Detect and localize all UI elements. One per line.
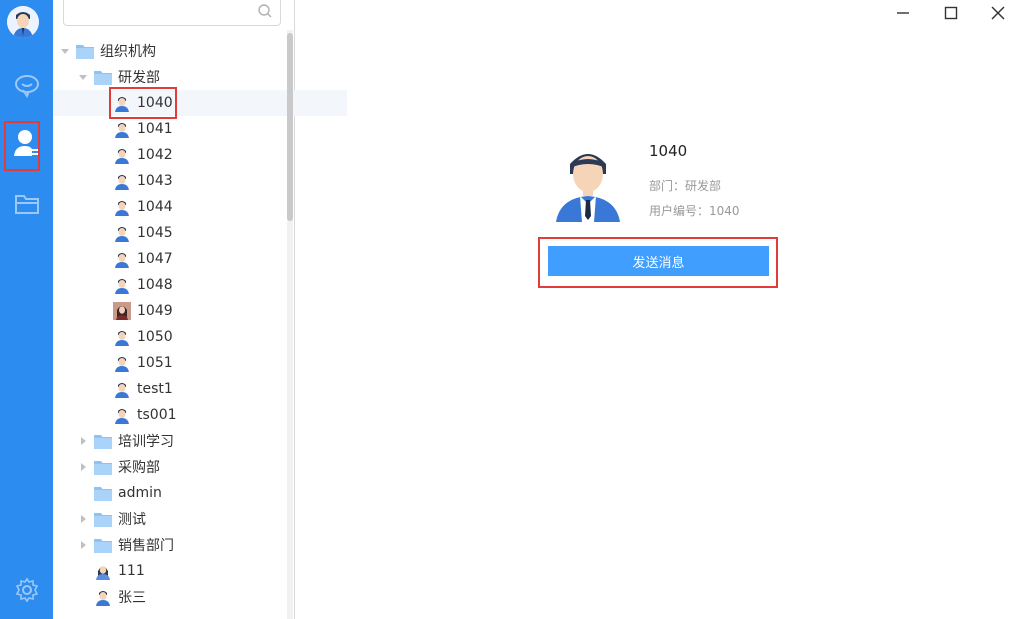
tree-item-label: 销售部门 xyxy=(118,538,174,554)
user-avatar-icon xyxy=(113,406,131,424)
folder-icon xyxy=(94,485,112,501)
chat-button[interactable] xyxy=(0,68,53,108)
tree-item-label: 1051 xyxy=(137,355,173,371)
settings-icon xyxy=(14,577,40,607)
user-avatar-icon xyxy=(113,302,131,320)
folder-icon xyxy=(76,43,94,59)
tree-item-label: 1048 xyxy=(137,277,173,293)
maximize-icon xyxy=(944,6,958,20)
minimize-button[interactable] xyxy=(883,0,923,26)
tree-item-label: 1043 xyxy=(137,173,173,189)
user-avatar-icon xyxy=(113,250,131,268)
folder-icon xyxy=(94,537,112,553)
user-avatar-icon xyxy=(94,562,112,580)
caret-right-icon[interactable] xyxy=(78,462,88,472)
tree-item-label: 1042 xyxy=(137,147,173,163)
folder-icon xyxy=(94,433,112,449)
tree-item-label: ts001 xyxy=(137,407,177,423)
user-avatar-icon[interactable] xyxy=(7,6,39,38)
user-avatar-icon xyxy=(94,588,112,606)
profile-user-id: 用户编号：1040 xyxy=(649,204,740,218)
user-avatar-icon xyxy=(113,328,131,346)
tree-node-dept-3[interactable]: 测试 xyxy=(78,506,146,532)
tree-item-label: 1044 xyxy=(137,199,173,215)
tree-item-label: 1041 xyxy=(137,121,173,137)
tree-item-label: 张三 xyxy=(118,590,146,606)
profile-name: 1040 xyxy=(649,142,688,160)
tree-node-dept-0[interactable]: 培训学习 xyxy=(78,428,174,454)
selected-user-highlight-box xyxy=(109,87,177,119)
tree-user-test1[interactable]: test1 xyxy=(113,376,173,402)
tree-item-label: test1 xyxy=(137,381,173,397)
user-avatar-icon xyxy=(113,146,131,164)
tree-node-dept-2[interactable]: admin xyxy=(78,480,162,506)
user-avatar-icon xyxy=(113,120,131,138)
user-avatar-icon xyxy=(113,172,131,190)
tree-node-dept-4[interactable]: 销售部门 xyxy=(78,532,174,558)
contacts-highlight-box xyxy=(4,121,40,171)
folder-icon xyxy=(94,69,112,85)
tree-item-label: 采购部 xyxy=(118,460,160,476)
search-icon xyxy=(258,4,272,18)
tree-item-label: 研发部 xyxy=(118,70,160,86)
user-avatar-icon xyxy=(113,198,131,216)
settings-button[interactable] xyxy=(0,572,53,612)
tree-item-label: 1045 xyxy=(137,225,173,241)
tree-user-1047[interactable]: 1047 xyxy=(113,246,173,272)
tree-user-1051[interactable]: 1051 xyxy=(113,350,173,376)
caret-right-icon[interactable] xyxy=(78,436,88,446)
user-avatar-icon xyxy=(113,354,131,372)
tree-item-label: admin xyxy=(118,485,162,501)
tree-user-ts001[interactable]: ts001 xyxy=(113,402,177,428)
user-avatar-icon xyxy=(113,276,131,294)
tree-item-label: 组织机构 xyxy=(100,44,156,60)
send-button-highlight-box xyxy=(538,237,778,288)
chat-bubble-icon xyxy=(14,73,40,103)
tree-scrollbar-thumb[interactable] xyxy=(287,33,293,221)
tree-item-label: 1047 xyxy=(137,251,173,267)
tree-user-1043[interactable]: 1043 xyxy=(113,168,173,194)
user-avatar-icon xyxy=(113,224,131,242)
tree-user-1045[interactable]: 1045 xyxy=(113,220,173,246)
tree-user-root-1[interactable]: 张三 xyxy=(94,584,146,610)
folder-icon xyxy=(94,511,112,527)
tree-item-label: 1050 xyxy=(137,329,173,345)
tree-node-dept-1[interactable]: 采购部 xyxy=(78,454,160,480)
folder-icon xyxy=(14,192,40,220)
search-input[interactable] xyxy=(63,0,281,26)
tree-user-1048[interactable]: 1048 xyxy=(113,272,173,298)
tree-item-label: 1049 xyxy=(137,303,173,319)
tree-item-label: 培训学习 xyxy=(118,434,174,450)
files-button[interactable] xyxy=(0,186,53,226)
close-icon xyxy=(991,6,1005,20)
profile-department: 部门：研发部 xyxy=(649,179,722,193)
tree-user-1041[interactable]: 1041 xyxy=(113,116,173,142)
tree-item-label: 111 xyxy=(118,563,145,579)
maximize-button[interactable] xyxy=(931,0,971,26)
caret-down-icon[interactable] xyxy=(60,46,70,56)
user-avatar-icon xyxy=(113,380,131,398)
minimize-icon xyxy=(897,12,909,14)
tree-node-root[interactable]: 组织机构 xyxy=(60,38,156,64)
folder-icon xyxy=(94,459,112,475)
profile-avatar-icon xyxy=(548,142,628,222)
caret-right-icon[interactable] xyxy=(78,514,88,524)
left-sidebar xyxy=(0,0,53,619)
tree-item-label: 测试 xyxy=(118,512,146,528)
caret-right-icon[interactable] xyxy=(78,540,88,550)
caret-down-icon[interactable] xyxy=(78,72,88,82)
tree-user-1040[interactable]: 1040 xyxy=(53,90,347,116)
tree-user-1050[interactable]: 1050 xyxy=(113,324,173,350)
tree-user-1042[interactable]: 1042 xyxy=(113,142,173,168)
tree-user-root-0[interactable]: 111 xyxy=(94,558,145,584)
close-button[interactable] xyxy=(978,0,1013,26)
tree-user-1044[interactable]: 1044 xyxy=(113,194,173,220)
tree-user-1049[interactable]: 1049 xyxy=(113,298,173,324)
